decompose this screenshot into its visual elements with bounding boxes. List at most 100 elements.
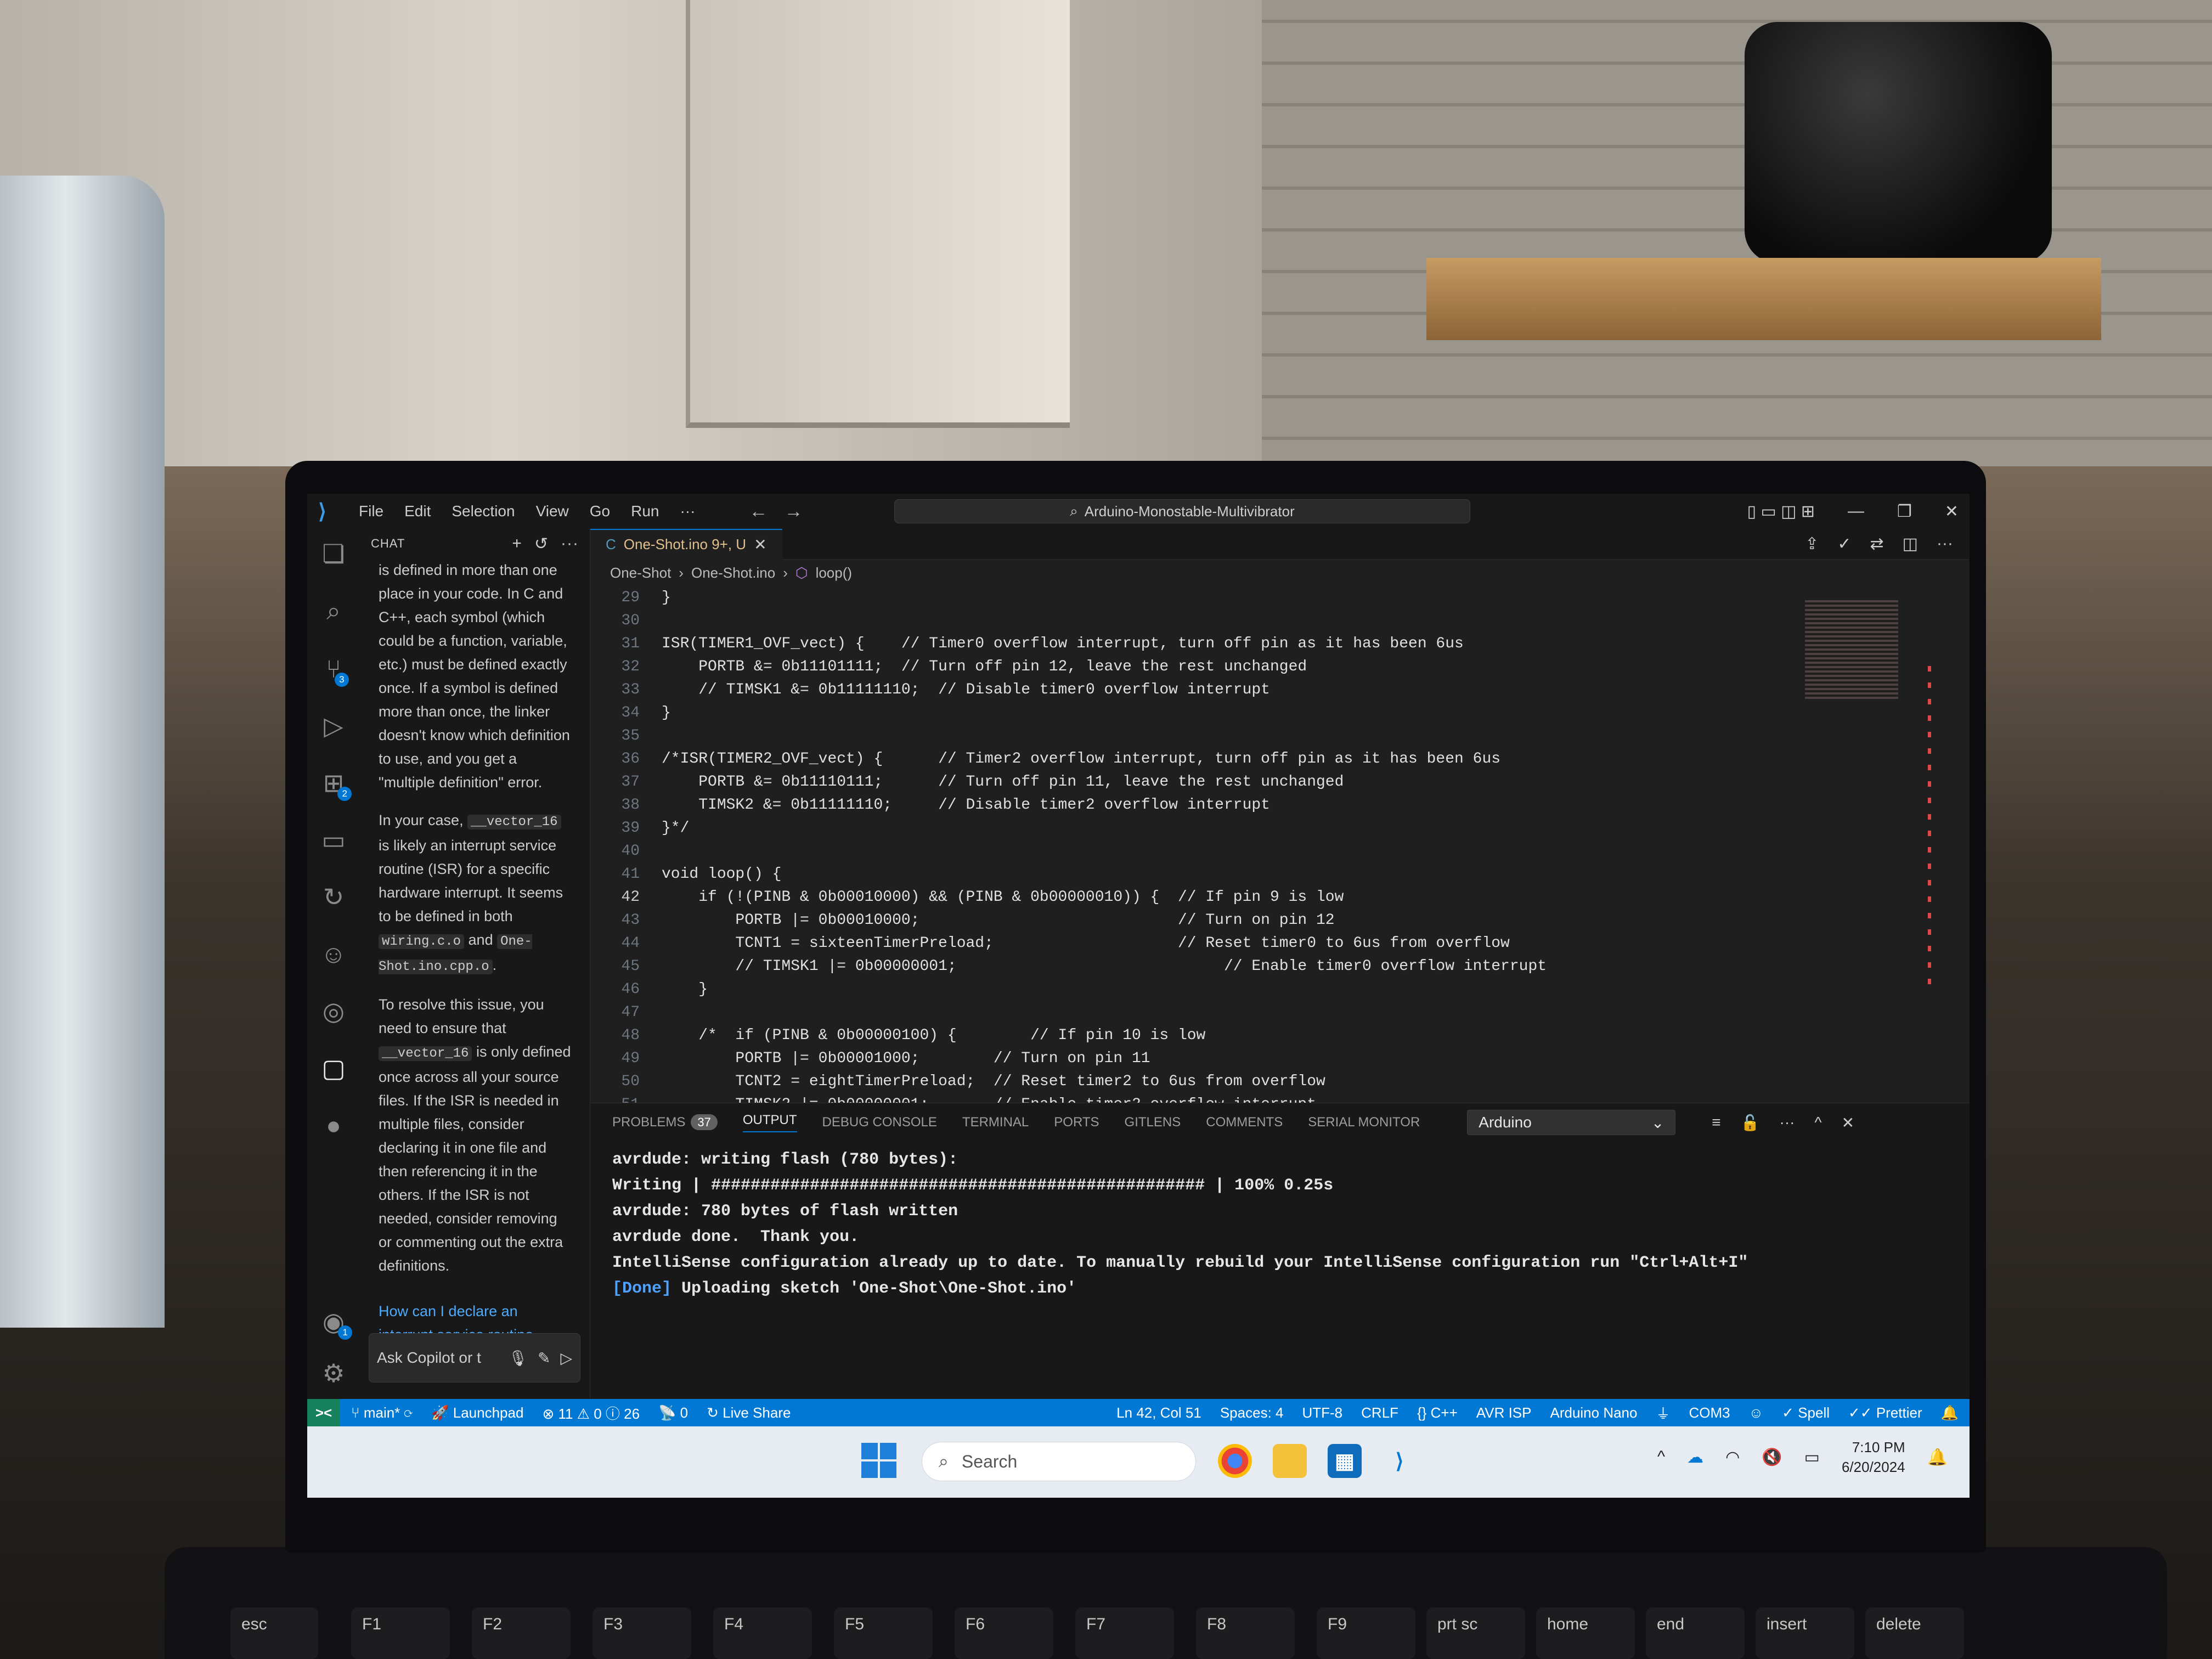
- tab-output[interactable]: OUTPUT: [742, 1113, 797, 1132]
- store-icon[interactable]: ▦: [1328, 1444, 1362, 1478]
- key-delete[interactable]: delete: [1865, 1607, 1964, 1659]
- code-line[interactable]: 35: [590, 724, 1742, 747]
- file-explorer-icon[interactable]: [1273, 1444, 1307, 1478]
- chat-input[interactable]: Ask Copilot or t: [377, 1349, 498, 1367]
- key-insert[interactable]: insert: [1756, 1607, 1854, 1659]
- live-share-status[interactable]: ↻ Live Share: [707, 1404, 791, 1421]
- new-chat-icon[interactable]: +: [512, 534, 522, 554]
- close-tab-icon[interactable]: ✕: [754, 535, 766, 554]
- tab-debug-console[interactable]: DEBUG CONSOLE: [822, 1115, 937, 1130]
- code-line[interactable]: 41 void loop() {: [590, 862, 1742, 885]
- remote-explorer-icon[interactable]: ▭: [321, 825, 345, 855]
- key-f5[interactable]: F5: [834, 1607, 933, 1659]
- close-window-icon[interactable]: ✕: [1945, 502, 1959, 521]
- extensions-icon[interactable]: ⊞ 2: [323, 768, 352, 801]
- attach-icon[interactable]: ✎: [538, 1349, 550, 1367]
- code-line[interactable]: 47: [590, 1001, 1742, 1024]
- send-icon[interactable]: ▷: [560, 1349, 572, 1367]
- menu-more[interactable]: ···: [680, 503, 695, 520]
- tab-serial-monitor[interactable]: SERIAL MONITOR: [1308, 1115, 1420, 1130]
- key-prtsc[interactable]: prt sc: [1426, 1607, 1525, 1659]
- remote-indicator-icon[interactable]: ><: [307, 1399, 340, 1426]
- key-esc[interactable]: esc: [230, 1607, 318, 1659]
- more-actions-icon[interactable]: ···: [561, 534, 579, 554]
- key-f2[interactable]: F2: [472, 1607, 571, 1659]
- notifications-bell-icon[interactable]: 🔔: [1941, 1404, 1959, 1421]
- compare-icon[interactable]: ⇄: [1870, 534, 1884, 554]
- code-line[interactable]: 45 // TIMSK1 |= 0b00000001; // Enable ti…: [590, 955, 1742, 978]
- code-line[interactable]: 50 TCNT2 = eightTimerPreload; // Reset t…: [590, 1070, 1742, 1093]
- copilot-status-icon[interactable]: ☺: [1749, 1404, 1764, 1421]
- tab-terminal[interactable]: TERMINAL: [962, 1115, 1029, 1130]
- code-line[interactable]: 30: [590, 609, 1742, 632]
- editor-more-icon[interactable]: ···: [1937, 534, 1953, 554]
- account-icon[interactable]: ◉ 1: [323, 1307, 353, 1340]
- tab-comments[interactable]: COMMENTS: [1206, 1115, 1283, 1130]
- cursor-position[interactable]: Ln 42, Col 51: [1116, 1404, 1201, 1421]
- breadcrumb-symbol[interactable]: loop(): [816, 565, 852, 582]
- programmer[interactable]: AVR ISP: [1476, 1404, 1532, 1421]
- command-center-search[interactable]: ⌕ Arduino-Monostable-Multivibrator: [894, 499, 1470, 523]
- forwarded-ports[interactable]: 📡 0: [658, 1404, 688, 1421]
- code-line[interactable]: 36 /*ISR(TIMER2_OVF_vect) { // Timer2 ove…: [590, 747, 1742, 770]
- clock[interactable]: 7:10 PM 6/20/2024: [1842, 1437, 1905, 1477]
- breadcrumb-folder[interactable]: One-Shot: [610, 565, 671, 582]
- minimize-icon[interactable]: —: [1848, 502, 1864, 521]
- serial-port[interactable]: COM3: [1689, 1404, 1730, 1421]
- code-line[interactable]: 33 // TIMSK1 &= 0b11111110; // Disable t…: [590, 678, 1742, 701]
- live-share-icon[interactable]: ↻: [323, 882, 345, 912]
- split-editor-icon[interactable]: ◫: [1903, 534, 1918, 554]
- layout-toggle-icons[interactable]: ▯ ▭ ◫ ⊞: [1747, 502, 1815, 521]
- verify-icon[interactable]: ✓: [1837, 534, 1851, 554]
- tab-gitlens[interactable]: GITLENS: [1125, 1115, 1181, 1130]
- menu-file[interactable]: File: [359, 503, 383, 520]
- onedrive-icon[interactable]: ☁: [1687, 1448, 1703, 1467]
- breadcrumb-file[interactable]: One-Shot.ino: [691, 565, 775, 582]
- code-line[interactable]: 44 TCNT1 = sixteenTimerPreload; // Reset…: [590, 932, 1742, 955]
- source-control-icon[interactable]: ⑂ 3: [326, 654, 349, 687]
- key-f1[interactable]: F1: [351, 1607, 450, 1659]
- git-branch[interactable]: ⑂ main* ⟳: [351, 1404, 413, 1421]
- menu-go[interactable]: Go: [590, 503, 610, 520]
- minimap[interactable]: [1805, 600, 1898, 699]
- maximize-panel-icon[interactable]: ^: [1814, 1114, 1821, 1132]
- key-end[interactable]: end: [1646, 1607, 1745, 1659]
- search-view-icon[interactable]: ⌕: [326, 596, 341, 627]
- code-line[interactable]: 46 }: [590, 978, 1742, 1001]
- key-f8[interactable]: F8: [1196, 1607, 1295, 1659]
- start-button[interactable]: [861, 1443, 896, 1478]
- close-panel-icon[interactable]: ✕: [1842, 1114, 1854, 1132]
- run-debug-icon[interactable]: ▷: [324, 711, 343, 741]
- key-f3[interactable]: F3: [592, 1607, 691, 1659]
- key-f7[interactable]: F7: [1075, 1607, 1174, 1659]
- line-ending[interactable]: CRLF: [1361, 1404, 1398, 1421]
- wifi-icon[interactable]: ◠: [1725, 1448, 1740, 1467]
- menu-view[interactable]: View: [536, 503, 569, 520]
- menu-run[interactable]: Run: [631, 503, 659, 520]
- launchpad[interactable]: 🚀 Launchpad: [431, 1404, 523, 1421]
- upload-icon[interactable]: ⇪: [1805, 534, 1819, 554]
- chevron-up-icon[interactable]: ^: [1657, 1448, 1665, 1466]
- microphone-icon[interactable]: 🎙: [508, 1349, 528, 1367]
- code-editor[interactable]: 29} 30 31 ISR(TIMER1_OVF_vect) { // Timer0 …: [590, 586, 1970, 1113]
- code-line[interactable]: 48 /* if (PINB & 0b00000100) { // If pin…: [590, 1024, 1742, 1047]
- tab-one-shot-ino[interactable]: C One-Shot.ino 9+, U ✕: [590, 528, 782, 560]
- tab-ports[interactable]: PORTS: [1054, 1115, 1099, 1130]
- notification-bell-icon[interactable]: 🔔: [1927, 1448, 1948, 1467]
- code-line[interactable]: 31 ISR(TIMER1_OVF_vect) { // Timer0 overf…: [590, 632, 1742, 655]
- settings-gear-icon[interactable]: ⚙: [322, 1358, 345, 1388]
- battery-icon[interactable]: ▭: [1804, 1448, 1820, 1467]
- key-f4[interactable]: F4: [713, 1607, 812, 1659]
- github-icon[interactable]: ●: [326, 1110, 341, 1140]
- panel-more-icon[interactable]: ···: [1780, 1114, 1795, 1132]
- forward-arrow-icon[interactable]: →: [784, 501, 803, 522]
- clear-output-icon[interactable]: ≡: [1712, 1114, 1720, 1132]
- problems-summary[interactable]: ⊗ 11 ⚠ 0 ⓘ 26: [542, 1403, 640, 1423]
- code-line[interactable]: 32 PORTB &= 0b11101111; // Turn off pin …: [590, 655, 1742, 678]
- code-line[interactable]: 42 if (!(PINB & 0b00010000) && (PINB & 0…: [590, 885, 1742, 909]
- chrome-icon[interactable]: [1218, 1444, 1252, 1478]
- key-f6[interactable]: F6: [955, 1607, 1053, 1659]
- volume-mute-icon[interactable]: 🔇: [1762, 1448, 1782, 1467]
- key-home[interactable]: home: [1536, 1607, 1635, 1659]
- code-line[interactable]: 29}: [590, 586, 1742, 609]
